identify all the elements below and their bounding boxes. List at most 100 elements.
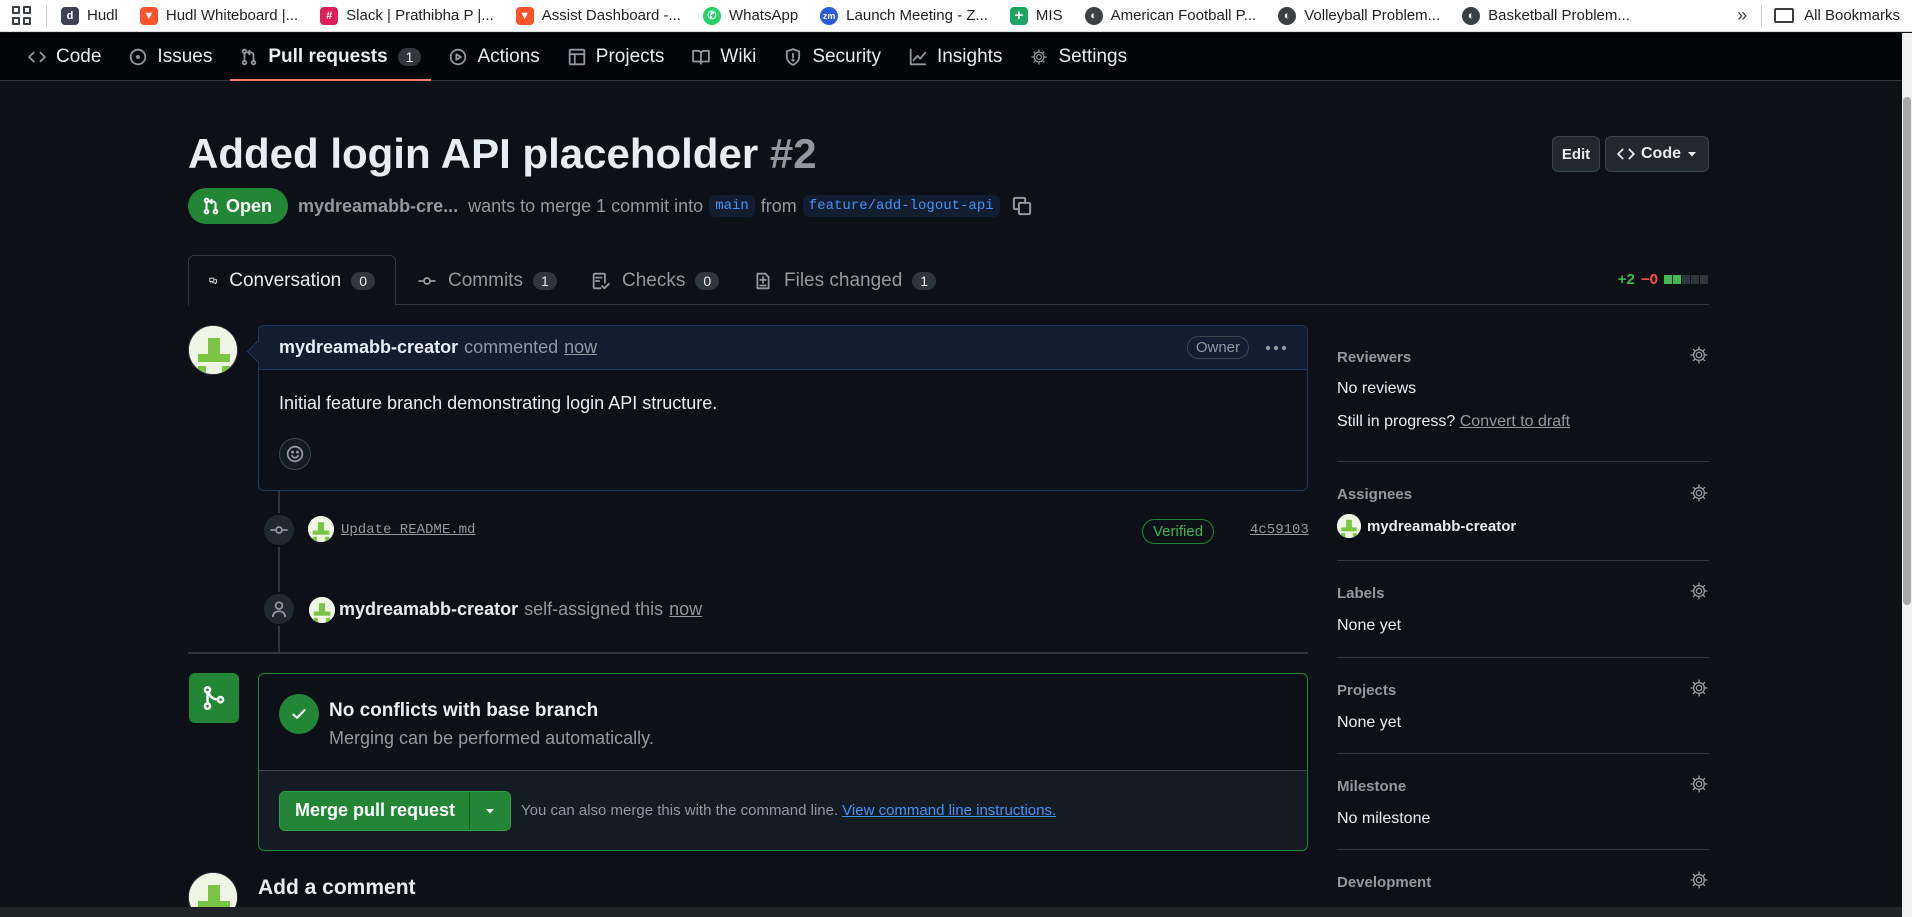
head-branch-label[interactable]: feature/add-logout-api <box>802 195 1000 217</box>
sheets-plus-icon: + <box>1009 6 1028 25</box>
nav-issues[interactable]: Issues <box>119 33 222 80</box>
diffstat-block <box>1700 275 1708 284</box>
edit-title-button[interactable]: Edit <box>1552 136 1600 172</box>
verified-badge[interactable]: Verified <box>1142 519 1215 544</box>
milestone-heading[interactable]: Milestone <box>1337 778 1406 795</box>
comment-author-link[interactable]: mydreamabb-creator <box>279 337 458 358</box>
code-dropdown-button[interactable]: Code <box>1605 136 1709 172</box>
labels-heading[interactable]: Labels <box>1337 585 1385 602</box>
apps-grid-icon[interactable] <box>12 5 32 26</box>
avatar[interactable] <box>188 325 238 375</box>
bookmark-hudl-whiteboard[interactable]: ▼ Hudl Whiteboard |... <box>139 6 299 25</box>
owner-badge: Owner <box>1186 336 1249 359</box>
tab-conversation[interactable]: Conversation 0 <box>188 255 396 306</box>
gear-icon[interactable] <box>1689 581 1709 601</box>
more-bookmarks-chevron-icon[interactable]: » <box>1737 5 1747 26</box>
bookmark-launch-meeting[interactable]: zm Launch Meeting - Z... <box>820 6 988 25</box>
commit-sha-link[interactable]: 4c59103 <box>1250 522 1309 538</box>
table-icon <box>568 48 585 65</box>
nav-pull-requests[interactable]: Pull requests 1 <box>230 33 432 81</box>
bookmark-hudl[interactable]: d Hudl <box>61 6 118 25</box>
zoom-icon: zm <box>820 6 839 25</box>
file-diff-icon <box>756 272 770 289</box>
projects-heading[interactable]: Projects <box>1337 682 1396 699</box>
development-heading[interactable]: Development <box>1337 874 1431 891</box>
nav-code[interactable]: Code <box>18 33 111 80</box>
bookmark-american-football[interactable]: ◐ American Football P... <box>1084 6 1256 25</box>
bookmark-label: Hudl <box>87 7 118 24</box>
nav-security[interactable]: Security <box>774 33 891 80</box>
bookmark-label: Launch Meeting - Z... <box>846 7 988 24</box>
nav-wiki[interactable]: Wiki <box>682 33 766 80</box>
identicon-avatar <box>1337 514 1361 538</box>
tab-commits[interactable]: Commits 1 <box>418 255 557 306</box>
command-line-instructions-link[interactable]: View command line instructions. <box>842 802 1056 819</box>
diffstat-block <box>1673 275 1681 284</box>
merge-button-group: Merge pull request <box>279 790 512 831</box>
assignees-heading[interactable]: Assignees <box>1337 486 1412 503</box>
convert-to-draft-link[interactable]: Convert to draft <box>1460 413 1570 430</box>
bookmark-basketball[interactable]: ◐ Basketball Problem... <box>1462 6 1630 25</box>
nav-actions[interactable]: Actions <box>439 33 549 80</box>
merge-method-dropdown[interactable] <box>470 791 511 830</box>
bookmarks-divider <box>1761 5 1763 26</box>
base-branch-label[interactable]: main <box>709 195 755 217</box>
bookmark-whatsapp[interactable]: ✆ WhatsApp <box>702 6 798 25</box>
tab-files-changed[interactable]: Files changed 1 <box>754 255 937 306</box>
nav-insights[interactable]: Insights <box>899 33 1012 80</box>
milestone-value: No milestone <box>1337 810 1431 827</box>
nav-label: Wiki <box>720 45 757 67</box>
merge-pull-request-button[interactable]: Merge pull request <box>280 791 471 830</box>
bookmark-label: Hudl Whiteboard |... <box>165 7 299 24</box>
kebab-horizontal-icon[interactable] <box>1265 345 1287 351</box>
gear-icon[interactable] <box>1689 774 1709 794</box>
bookmark-assist-dashboard[interactable]: ▼ Assist Dashboard -... <box>515 6 681 25</box>
all-bookmarks-button[interactable]: All Bookmarks <box>1774 7 1900 24</box>
assign-actor-link[interactable]: mydreamabb-creator <box>339 599 518 619</box>
nav-projects[interactable]: Projects <box>558 33 675 80</box>
merge-status: No conflicts with base branch Merging ca… <box>259 674 1307 771</box>
copy-icon[interactable] <box>1012 196 1032 216</box>
edit-button-label: Edit <box>1561 145 1591 163</box>
comment-timestamp-link[interactable]: now <box>564 337 597 358</box>
scrollbar-thumb[interactable] <box>1903 97 1911 605</box>
graph-icon <box>909 48 927 65</box>
gear-icon[interactable] <box>1689 345 1709 365</box>
nav-label: Actions <box>477 45 540 67</box>
tab-label: Checks <box>622 269 686 291</box>
gear-icon[interactable] <box>1689 870 1709 890</box>
pr-title-text: Added login API placeholder <box>188 130 759 177</box>
nav-label: Pull requests <box>268 45 388 67</box>
nav-label: Insights <box>936 45 1003 67</box>
page-scrollbar[interactable] <box>1902 33 1912 917</box>
gear-icon[interactable] <box>1689 483 1709 503</box>
repo-nav: Code Issues Pull requests 1 Actions Proj… <box>0 33 1902 81</box>
commit-message-link[interactable]: Update README.md <box>341 522 475 538</box>
bookmark-volleyball[interactable]: ◐ Volleyball Problem... <box>1278 6 1440 25</box>
sidebar-labels: Labels None yet <box>1337 561 1709 658</box>
caret-down-icon <box>1688 152 1696 157</box>
assign-event-badge <box>262 592 296 626</box>
merge-actions: Merge pull request You can also merge th… <box>259 771 1307 850</box>
comment-body: Initial feature branch demonstrating log… <box>279 393 718 413</box>
code-icon <box>28 51 46 62</box>
commit-author-avatar[interactable] <box>308 516 334 542</box>
reviewers-heading[interactable]: Reviewers <box>1337 349 1411 366</box>
gear-icon[interactable] <box>1689 678 1709 698</box>
nav-settings[interactable]: Settings <box>1020 33 1137 80</box>
bookmark-mis[interactable]: + MIS <box>1009 6 1063 25</box>
sidebar-development: Development <box>1337 850 1709 910</box>
diffstat-deletions: −0 <box>1640 271 1658 288</box>
merge-description: wants to merge 1 commit into <box>468 195 704 216</box>
assignee-item[interactable]: mydreamabb-creator <box>1337 514 1516 538</box>
bookmark-label: MIS <box>1035 7 1063 24</box>
pr-title: Added login API placeholder #2 <box>188 130 817 178</box>
whatsapp-icon: ✆ <box>702 6 721 25</box>
sidebar-milestone: Milestone No milestone <box>1337 754 1709 850</box>
bookmark-slack[interactable]: # Slack | Prathibha P |... <box>320 6 494 25</box>
add-reaction-button[interactable] <box>279 438 311 470</box>
tab-checks[interactable]: Checks 0 <box>592 255 720 306</box>
pr-author-link[interactable]: mydreamabb-cre... <box>298 196 458 217</box>
assigner-avatar[interactable] <box>309 597 335 623</box>
assign-timestamp-link[interactable]: now <box>669 599 702 619</box>
